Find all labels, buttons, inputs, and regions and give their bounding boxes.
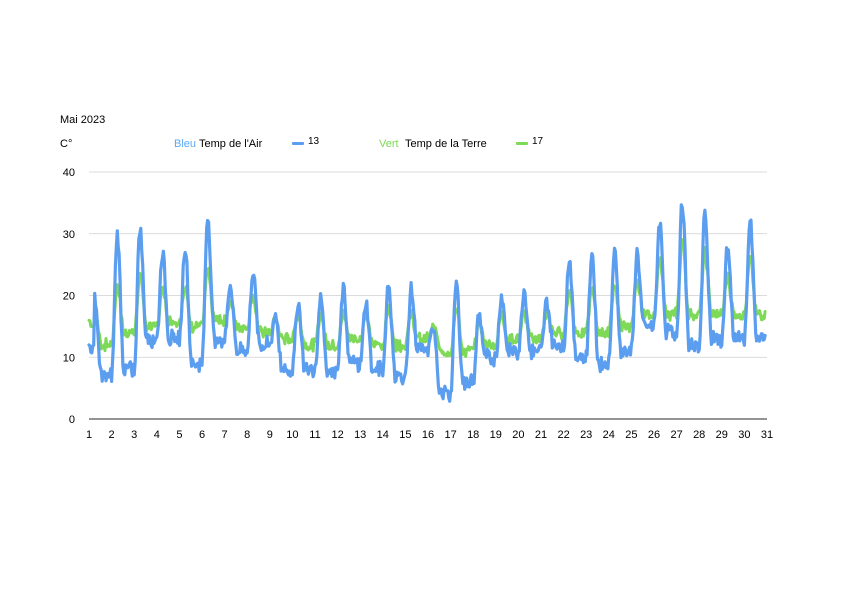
y-tick-label: 0 (69, 414, 75, 426)
x-tick-label: 12 (331, 429, 343, 441)
x-tick-label: 3 (131, 429, 137, 441)
x-tick-label: 21 (535, 429, 547, 441)
x-tick-label: 31 (761, 429, 773, 441)
x-tick-label: 17 (444, 429, 456, 441)
y-tick-label: 20 (63, 291, 75, 303)
x-tick-label: 27 (670, 429, 682, 441)
x-tick-label: 1 (86, 429, 92, 441)
x-tick-label: 18 (467, 429, 479, 441)
x-tick-label: 14 (377, 429, 389, 441)
x-tick-label: 10 (286, 429, 298, 441)
line-chart: 0102030401 2 3 4 5 6 7 8 9 10 11 12 13 14 15 16 17 18 19 20… (63, 167, 773, 441)
x-tick-label: 20 (512, 429, 524, 441)
y-tick-label: 40 (63, 167, 75, 179)
x-tick-label: 9 (267, 429, 273, 441)
x-tick-label: 15 (399, 429, 411, 441)
x-tick-label: 5 (176, 429, 182, 441)
x-tick-label: 29 (716, 429, 728, 441)
x-tick-label: 28 (693, 429, 705, 441)
y-tick-label: 10 (63, 352, 75, 364)
x-tick-label: 13 (354, 429, 366, 441)
x-tick-label: 25 (625, 429, 637, 441)
x-tick-label: 22 (557, 429, 569, 441)
x-tick-label: 19 (490, 429, 502, 441)
x-tick-label: 6 (199, 429, 205, 441)
x-tick-label: 23 (580, 429, 592, 441)
x-tick-label: 4 (154, 429, 160, 441)
x-tick-label: 11 (309, 429, 320, 441)
x-tick-label: 7 (222, 429, 228, 441)
x-tick-label: 16 (422, 429, 434, 441)
y-tick-label: 30 (63, 229, 75, 241)
x-tick-label: 8 (244, 429, 250, 441)
x-tick-label: 30 (738, 429, 750, 441)
x-tick-label: 2 (109, 429, 115, 441)
x-tick-label: 24 (603, 429, 615, 441)
x-tick-label: 26 (648, 429, 660, 441)
series-line-air-temp (87, 203, 767, 403)
